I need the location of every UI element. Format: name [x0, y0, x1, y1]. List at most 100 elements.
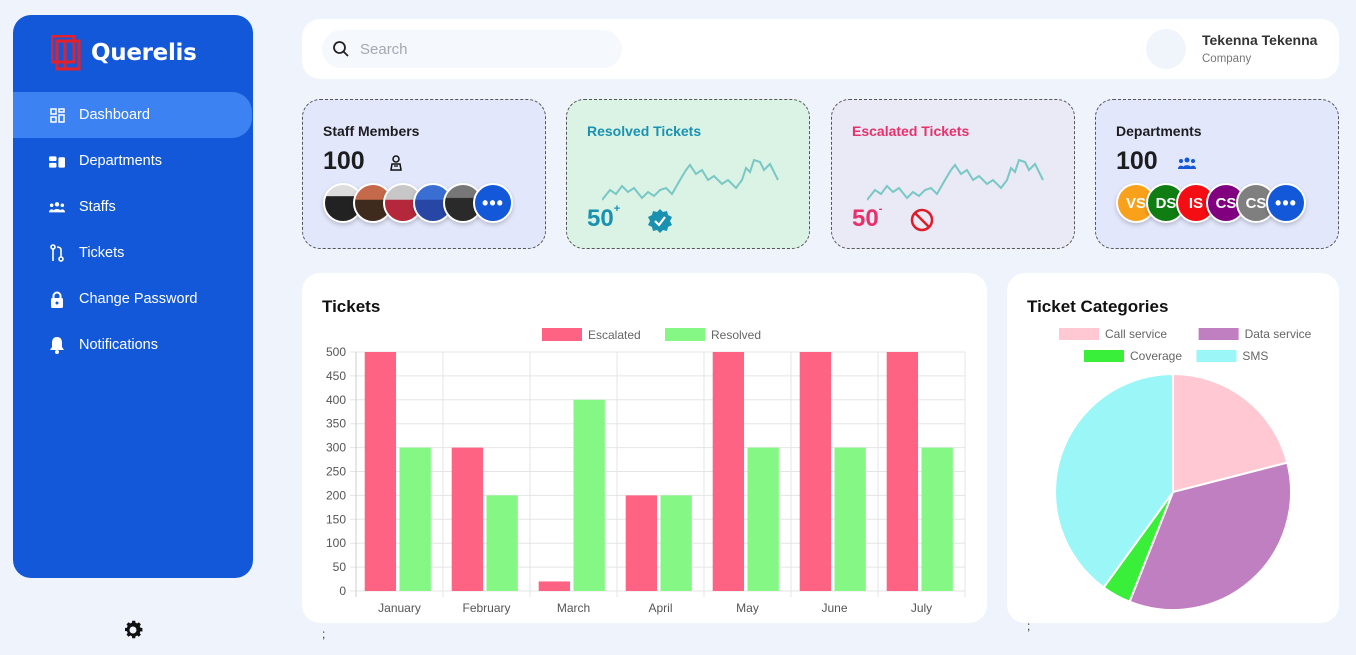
y-tick-label: 150 [326, 512, 346, 526]
staff-badge-icon [390, 155, 402, 171]
sidebar-item-dashboard[interactable]: Dashboard [13, 92, 252, 138]
verified-icon [648, 209, 672, 233]
app-logo[interactable]: Querelis [51, 35, 197, 71]
group-icon [1178, 157, 1196, 169]
staff-members-card[interactable]: Staff Members 100 ••• [302, 99, 546, 249]
user-name: Tekenna Tekenna [1202, 32, 1318, 48]
staff-count: 100 [323, 147, 365, 175]
card-title: Escalated Tickets [852, 123, 970, 139]
sidebar-nav: Dashboard Departments Staffs Tickets Cha… [13, 92, 253, 368]
escalated-count-value: 50 [852, 205, 879, 232]
legend-swatch [1196, 350, 1237, 362]
y-tick-label: 500 [326, 345, 346, 359]
bar-escalated [799, 352, 832, 591]
legend-label: SMS [1242, 349, 1268, 363]
escalated-sign: - [878, 203, 883, 215]
search-bar[interactable] [322, 30, 622, 68]
card-title: Resolved Tickets [587, 123, 702, 139]
bell-icon [49, 337, 65, 354]
top-header: Tekenna Tekenna Company [302, 19, 1339, 79]
y-tick-label: 400 [326, 393, 346, 407]
resolved-sign: + [613, 203, 621, 215]
departments-count: 100 [1116, 147, 1158, 175]
sidebar-item-staffs[interactable]: Staffs [13, 184, 253, 230]
sidebar: Querelis Dashboard Departments Staffs Ti… [13, 15, 253, 578]
sidebar-item-departments[interactable]: Departments [13, 138, 253, 184]
bar-escalated [712, 352, 745, 591]
ticket-categories-pie-chart: Call service Data service Coverage SMS [1054, 327, 1312, 611]
resolved-tickets-card[interactable]: Resolved Tickets 50+ [566, 99, 810, 249]
dashboard-icon [49, 107, 65, 123]
legend-label: Call service [1105, 327, 1167, 341]
sidebar-item-label: Dashboard [79, 107, 150, 123]
bar-resolved [486, 495, 518, 591]
legend-label: Coverage [1130, 349, 1182, 363]
sidebar-item-notifications[interactable]: Notifications [13, 322, 253, 368]
sidebar-item-label: Staffs [79, 199, 116, 215]
escalated-count: 50- [852, 203, 883, 233]
resolved-count-value: 50 [587, 205, 614, 232]
sidebar-item-label: Departments [79, 153, 163, 169]
gear-icon[interactable] [121, 618, 145, 642]
user-role: Company [1202, 53, 1252, 65]
sidebar-item-change-password[interactable]: Change Password [13, 276, 253, 322]
bar-resolved [834, 447, 866, 591]
x-tick-label: January [378, 601, 421, 615]
bar-escalated [886, 352, 919, 591]
tickets-chart-panel: Tickets Escalated Resolved 0 50 100 150 200 250… [302, 273, 987, 623]
bar-escalated [625, 495, 658, 591]
bar-escalated [364, 352, 397, 591]
y-tick-label: 300 [326, 441, 346, 455]
legend-swatch [1198, 328, 1239, 340]
departments-icon [49, 153, 65, 169]
y-tick-label: 100 [326, 536, 346, 550]
departments-card[interactable]: Departments 100 VS DS IS CS CS ••• [1095, 99, 1339, 249]
y-tick-label: 0 [339, 584, 346, 598]
bar-escalated [451, 447, 484, 591]
legend-swatch [542, 328, 582, 341]
resolved-sparkline [602, 158, 779, 201]
card-title: Departments [1116, 123, 1202, 139]
legend-swatch [1084, 350, 1124, 362]
avatar[interactable] [1146, 29, 1186, 69]
search-input[interactable] [360, 40, 600, 58]
app-name: Querelis [91, 40, 197, 66]
tickets-icon [49, 244, 65, 262]
x-tick-label: April [648, 601, 672, 615]
card-title: Staff Members [323, 123, 420, 139]
resolved-count: 50+ [587, 203, 621, 233]
x-tick-label: July [911, 601, 932, 615]
legend-label: Escalated [588, 328, 641, 342]
bar-escalated [538, 581, 571, 591]
legend-swatch [665, 328, 705, 341]
sidebar-item-label: Notifications [79, 337, 158, 353]
bar-resolved [573, 399, 605, 591]
legend-swatch [1059, 328, 1099, 340]
y-tick-label: 450 [326, 369, 346, 383]
escalated-tickets-card[interactable]: Escalated Tickets 50- [831, 99, 1075, 249]
legend-label: Data service [1245, 327, 1312, 341]
tickets-bar-chart: Escalated Resolved 0 50 100 150 200 250 300 350 40… [326, 328, 966, 615]
x-tick-label: March [557, 601, 590, 615]
x-tick-label: February [462, 601, 510, 615]
more-departments-button[interactable]: ••• [1266, 183, 1306, 223]
sidebar-item-label: Change Password [79, 291, 198, 307]
legend-label: Resolved [711, 328, 761, 342]
staffs-icon [49, 199, 65, 215]
staff-avatar-group: ••• [323, 183, 513, 223]
department-avatar-group: VS DS IS CS CS ••• [1116, 183, 1306, 223]
search-icon [333, 41, 349, 57]
bar-resolved [399, 447, 431, 591]
x-tick-label: June [821, 601, 847, 615]
more-staff-button[interactable]: ••• [473, 183, 513, 223]
footer-mark-right: ; [1027, 619, 1031, 633]
y-tick-label: 250 [326, 465, 346, 479]
sidebar-item-tickets[interactable]: Tickets [13, 230, 253, 276]
y-tick-label: 200 [326, 488, 346, 502]
lock-icon [49, 291, 65, 308]
y-tick-label: 50 [333, 560, 347, 574]
x-tick-label: May [736, 601, 759, 615]
bar-resolved [747, 447, 779, 591]
sidebar-item-label: Tickets [79, 245, 125, 261]
block-icon [910, 208, 934, 232]
